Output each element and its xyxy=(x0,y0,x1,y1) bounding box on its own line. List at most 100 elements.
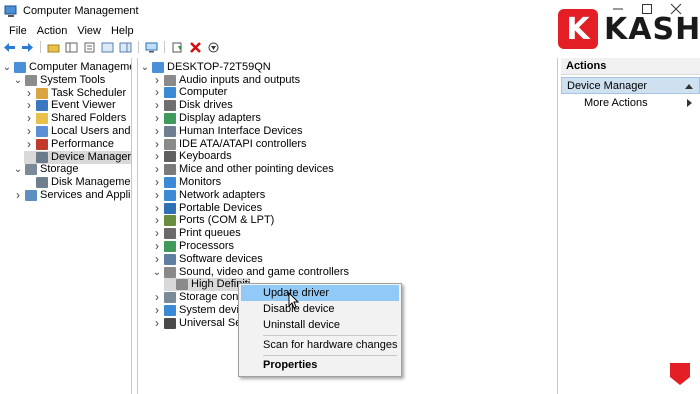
computer-management-icon xyxy=(14,62,26,73)
up-folder-button[interactable] xyxy=(46,40,61,54)
tree-item-sound-video-and-game-controllers[interactable]: ⌄ Sound, video and game controllers xyxy=(152,266,349,279)
tree-item-label: Computer Management (Local xyxy=(29,61,131,73)
properties-button[interactable] xyxy=(82,40,97,54)
actions-section-label: Device Manager xyxy=(567,79,648,92)
window-title: Computer Management xyxy=(23,5,139,17)
tree-item-task-scheduler[interactable]: › Task Scheduler xyxy=(24,86,127,100)
scan-hardware-button[interactable] xyxy=(144,40,159,54)
red-x-icon xyxy=(190,41,201,53)
tree-item-human-interface-devices[interactable]: › Human Interface Devices xyxy=(152,124,303,138)
chevron-right-icon[interactable]: › xyxy=(152,303,162,317)
tree-item-disk-management[interactable]: Disk Management xyxy=(24,176,132,189)
chevron-right-icon[interactable]: › xyxy=(152,252,162,266)
chevron-right-icon[interactable]: › xyxy=(152,111,162,125)
tree-item-label: Sound, video and game controllers xyxy=(179,265,349,278)
menu-file[interactable]: File xyxy=(4,25,32,37)
chevron-down-icon[interactable]: ⌄ xyxy=(13,163,23,176)
logo-letter: K xyxy=(558,9,598,49)
tree-item-label: Shared Folders xyxy=(51,112,127,125)
chevron-right-icon[interactable]: › xyxy=(152,175,162,189)
software-icon xyxy=(164,253,176,265)
tree-item-label: Storage xyxy=(40,163,79,176)
tree-item-label: IDE ATA/ATAPI controllers xyxy=(179,137,307,150)
tree-item-device-manager[interactable]: Device Manager xyxy=(24,150,131,164)
help-icon xyxy=(101,42,114,52)
tree-item-desktop-root[interactable]: ⌄ DESKTOP-72T59QN xyxy=(140,61,271,74)
tree-item-label: Ports (COM & LPT) xyxy=(179,214,275,227)
chevron-down-icon[interactable]: ⌄ xyxy=(2,61,12,74)
port-icon xyxy=(164,215,176,227)
tree-item-print-queues[interactable]: › Print queues xyxy=(152,227,241,240)
tree-item-display-adapters[interactable]: › Display adapters xyxy=(152,111,261,125)
tree-item-ide-ata-atapi-controllers[interactable]: › IDE ATA/ATAPI controllers xyxy=(152,137,307,151)
chevron-right-icon[interactable]: › xyxy=(152,239,162,253)
enable-device-button[interactable] xyxy=(206,40,221,54)
tree-item-keyboards[interactable]: › Keyboards xyxy=(152,150,232,163)
menu-uninstall-device[interactable]: Uninstall device xyxy=(241,317,399,333)
tree-item-computer-management-local[interactable]: ⌄ Computer Management (Local xyxy=(2,61,131,74)
menu-disable-device[interactable]: Disable device xyxy=(241,301,399,317)
menu-update-driver[interactable]: Update driver xyxy=(241,285,399,301)
update-driver-button[interactable] xyxy=(170,40,185,54)
menu-help[interactable]: Help xyxy=(106,25,139,37)
forward-button[interactable] xyxy=(20,40,35,54)
tree-item-computer[interactable]: › Computer xyxy=(152,86,227,99)
tree-item-software-devices[interactable]: › Software devices xyxy=(152,252,263,266)
tree-item-portable-devices[interactable]: › Portable Devices xyxy=(152,201,262,215)
tree-item-disk-drives[interactable]: › Disk drives xyxy=(152,99,233,112)
toolbar-separator xyxy=(164,41,165,53)
tree-item-label: Event Viewer xyxy=(51,99,116,112)
chevron-right-icon[interactable]: › xyxy=(152,124,162,138)
chevron-right-icon[interactable]: › xyxy=(152,188,162,202)
tree-item-system-tools[interactable]: ⌄ System Tools xyxy=(13,74,105,87)
more-actions[interactable]: More Actions xyxy=(561,94,700,111)
tree-item-network-adapters[interactable]: › Network adapters xyxy=(152,188,265,202)
help-button[interactable] xyxy=(100,40,115,54)
tree-item-monitors[interactable]: › Monitors xyxy=(152,175,221,189)
actions-section-device-manager[interactable]: Device Manager xyxy=(561,77,700,94)
tree-item-performance[interactable]: › Performance xyxy=(24,137,114,151)
update-driver-icon xyxy=(172,42,182,52)
performance-icon xyxy=(36,138,48,150)
keyboard-icon xyxy=(164,151,176,163)
menu-action[interactable]: Action xyxy=(32,25,73,37)
toolbar xyxy=(0,39,560,55)
chevron-right-icon[interactable]: › xyxy=(24,137,34,151)
tree-item-event-viewer[interactable]: › Event Viewer xyxy=(24,99,116,112)
tree-item-label: Performance xyxy=(51,137,114,150)
back-button[interactable] xyxy=(2,40,17,54)
tree-item-label: Disk drives xyxy=(179,99,233,112)
tree-item-ports-com-lpt[interactable]: › Ports (COM & LPT) xyxy=(152,214,274,227)
chevron-right-icon[interactable]: › xyxy=(152,316,162,330)
tree-item-local-users-and-groups[interactable]: ›Local Users and Groups xyxy=(24,125,131,138)
properties-icon xyxy=(84,42,95,52)
tree-item-label: Human Interface Devices xyxy=(179,124,303,137)
context-menu: Update driver Disable device Uninstall d… xyxy=(238,283,402,377)
tree-item-shared-folders[interactable]: › Shared Folders xyxy=(24,112,126,125)
show-hide-action-pane-button[interactable] xyxy=(118,40,133,54)
chevron-down-icon[interactable]: ⌄ xyxy=(152,266,162,279)
uninstall-button[interactable] xyxy=(188,40,203,54)
more-actions-label: More Actions xyxy=(584,96,648,109)
tree-item-label: Task Scheduler xyxy=(51,86,127,99)
tree-item-mice-and-other-pointing-devices[interactable]: › Mice and other pointing devices xyxy=(152,163,334,176)
menu-scan-hardware[interactable]: Scan for hardware changes xyxy=(241,337,399,353)
tree-item-storage[interactable]: ⌄ Storage xyxy=(13,163,79,176)
show-hide-tree-button[interactable] xyxy=(64,40,79,54)
tree-item-audio-inputs-and-outputs[interactable]: › Audio inputs and outputs xyxy=(152,73,300,87)
menu-properties[interactable]: Properties xyxy=(241,357,399,373)
tree-item-processors[interactable]: › Processors xyxy=(152,239,234,253)
chevron-down-icon[interactable]: ⌄ xyxy=(140,61,150,74)
menu-view[interactable]: View xyxy=(72,25,106,37)
speaker-icon xyxy=(164,266,176,278)
tree-item-label: Local Users and Groups xyxy=(51,125,131,137)
tree-item-label: Disk Management xyxy=(51,176,132,189)
tree-item-services-and-applications[interactable]: › Services and Applications xyxy=(13,189,131,202)
chevron-down-icon[interactable]: ⌄ xyxy=(13,74,23,87)
menu-separator xyxy=(263,355,397,356)
services-icon xyxy=(25,190,37,201)
chevron-right-icon[interactable]: › xyxy=(13,189,23,202)
console-tree[interactable]: ⌄ Computer Management (Local ⌄ System Tools… xyxy=(0,58,132,394)
tree-item-label: System Tools xyxy=(40,73,106,86)
